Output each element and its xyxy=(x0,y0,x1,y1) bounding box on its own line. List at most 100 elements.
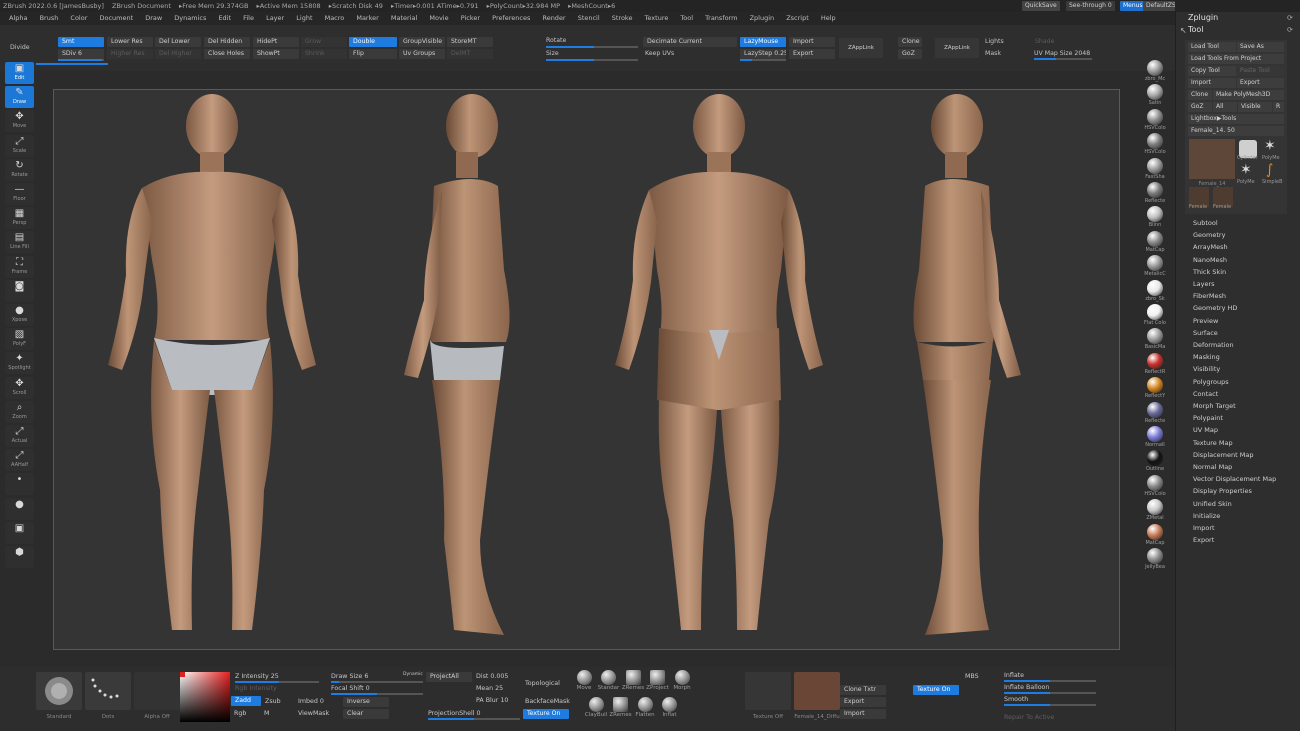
menu-stencil[interactable]: Stencil xyxy=(578,14,600,22)
tool-section-item[interactable]: Normal Map xyxy=(1193,462,1232,473)
panel-import-button[interactable]: Import xyxy=(1188,78,1236,88)
zadd-toggle[interactable]: Zadd xyxy=(231,696,261,706)
brush-quick-button[interactable]: Morph xyxy=(670,670,694,696)
z-intensity-track[interactable] xyxy=(235,681,319,683)
size-slider[interactable] xyxy=(546,59,638,61)
visible-button[interactable]: Visible xyxy=(1238,102,1272,112)
menu-preferences[interactable]: Preferences xyxy=(492,14,530,22)
tool-scale-button[interactable]: ⤢ Scale xyxy=(5,134,34,157)
material-swatch[interactable]: Satin xyxy=(1142,84,1168,108)
draw-size-track[interactable] xyxy=(331,681,423,683)
tool-section-item[interactable]: Subtool xyxy=(1193,218,1218,229)
canvas-viewport[interactable] xyxy=(53,89,1120,650)
see-through-slider[interactable]: See-through 0 xyxy=(1066,1,1115,11)
menu-light[interactable]: Light xyxy=(296,14,312,22)
menus-button[interactable]: Menus xyxy=(1120,1,1146,11)
material-swatch[interactable]: zbro_Mc xyxy=(1142,60,1168,84)
tool-section-item[interactable]: Polygroups xyxy=(1193,377,1229,388)
inflate-balloon-slider[interactable]: Inflate Balloon xyxy=(1004,683,1049,692)
flip-button[interactable]: Flip xyxy=(349,49,397,59)
menu-texture[interactable]: Texture xyxy=(645,14,669,22)
zapplink-button[interactable]: ZAppLink xyxy=(839,38,883,58)
dist-slider[interactable]: Dist 0.005 xyxy=(476,672,508,681)
higher-res-button[interactable]: Higher Res xyxy=(107,49,153,59)
tool-move-button[interactable]: ✥ Move xyxy=(5,110,34,133)
divide-button[interactable]: Divide xyxy=(10,43,30,53)
z-intensity-slider[interactable]: Z Intensity 25 xyxy=(235,672,279,681)
panel-export-button[interactable]: Export xyxy=(1237,78,1284,88)
menu-zscript[interactable]: Zscript xyxy=(786,14,809,22)
texture-export-button[interactable]: Export xyxy=(840,697,886,707)
material-swatch[interactable]: MatCap xyxy=(1142,230,1168,255)
mean-slider[interactable]: Mean 25 xyxy=(476,684,503,693)
lightbox-tools-button[interactable]: Lightbox▶Tools xyxy=(1188,114,1284,124)
tool-rotate-button[interactable]: ↻ Rotate xyxy=(5,158,34,181)
brush-standard-thumbnail[interactable]: Standard xyxy=(36,672,82,720)
material-swatch[interactable]: Outline xyxy=(1142,450,1168,474)
tool-section-item[interactable]: Export xyxy=(1193,535,1214,546)
lazystep-slider-track[interactable] xyxy=(740,59,786,61)
menu-color[interactable]: Color xyxy=(70,14,87,22)
menu-zplugin[interactable]: Zplugin xyxy=(750,14,775,22)
tool-spotlight-button[interactable]: ✦ Spotlight xyxy=(5,352,34,375)
material-swatch[interactable]: zbro_Sk xyxy=(1142,279,1168,304)
backfacemask-toggle[interactable]: BackfaceMask xyxy=(525,697,570,706)
keep-uvs-toggle[interactable]: Keep UVs xyxy=(645,49,674,59)
tool-section-item[interactable]: Deformation xyxy=(1193,340,1234,351)
tool-section-item[interactable]: Texture Map xyxy=(1193,438,1233,449)
tool-section-item[interactable]: Import xyxy=(1193,523,1215,534)
dock-tool-icon[interactable]: ⟳ xyxy=(1287,26,1293,34)
menu-file[interactable]: File xyxy=(243,14,254,22)
tool-section-item[interactable]: Morph Target xyxy=(1193,401,1236,412)
brush-quick-button[interactable]: ZProject xyxy=(646,670,670,696)
tool-section-item[interactable]: Thick Skin xyxy=(1193,267,1226,278)
lower-res-button[interactable]: Lower Res xyxy=(107,37,153,47)
zapplink-document-button[interactable]: ZAppLink xyxy=(935,38,979,58)
star-icon[interactable]: ✶ xyxy=(1264,138,1276,154)
inflate-balloon-track[interactable] xyxy=(1004,692,1096,694)
menu-help[interactable]: Help xyxy=(821,14,836,22)
repair-to-active-button[interactable]: Repair To Active xyxy=(1004,713,1054,722)
material-swatch[interactable]: HSVColo xyxy=(1142,474,1168,499)
export-button[interactable]: Export xyxy=(789,49,835,59)
sdiv-slider-track[interactable] xyxy=(58,59,104,61)
texture-on-toggle-2[interactable]: Texture On xyxy=(913,685,959,695)
material-swatch[interactable]: HSVColo xyxy=(1142,133,1168,157)
lazymouse-toggle[interactable]: LazyMouse xyxy=(740,37,786,47)
panel-clone-button[interactable]: Clone xyxy=(1188,90,1212,100)
groupvisible-button[interactable]: GroupVisible xyxy=(399,37,445,47)
texture-off-thumbnail[interactable]: Texture Off xyxy=(745,672,791,720)
load-tools-from-project-button[interactable]: Load Tools From Project xyxy=(1188,54,1284,64)
menu-tool[interactable]: Tool xyxy=(680,14,693,22)
shrink-button[interactable]: Shrink xyxy=(301,49,347,59)
default-zscript-button[interactable]: DefaultZScript xyxy=(1143,1,1175,11)
imbed-slider[interactable]: Imbed 0 xyxy=(298,697,324,706)
inverse-button[interactable]: Inverse xyxy=(343,697,389,707)
clone-button[interactable]: Clone xyxy=(898,37,922,47)
material-swatch[interactable]: BasicMa xyxy=(1142,328,1168,352)
del-higher-button[interactable]: Del Higher xyxy=(155,49,201,59)
save-as-button[interactable]: Save As xyxy=(1237,42,1284,52)
focal-shift-track[interactable] xyxy=(331,693,423,695)
menu-render[interactable]: Render xyxy=(542,14,565,22)
tool-section-item[interactable]: Display Properties xyxy=(1193,486,1252,497)
inflate-track[interactable] xyxy=(1004,680,1096,682)
delmt-button[interactable]: DelMT xyxy=(447,49,493,59)
smooth-slider[interactable]: Smooth xyxy=(1004,695,1028,704)
brush-quick-button[interactable]: ZRemes xyxy=(609,697,633,723)
projection-shell-slider[interactable]: ProjectionShell 0 xyxy=(428,709,481,718)
material-swatch[interactable]: Reflecte xyxy=(1142,401,1168,426)
smt-toggle[interactable]: Smt xyxy=(58,37,104,47)
del-lower-button[interactable]: Del Lower xyxy=(155,37,201,47)
tool-section-item[interactable]: FiberMesh xyxy=(1193,291,1226,302)
tool-section-item[interactable]: Masking xyxy=(1193,352,1220,363)
tool-section-item[interactable]: Displacement Map xyxy=(1193,450,1253,461)
tool-frame-button[interactable]: ⛶ Frame xyxy=(5,255,34,278)
hidept-button[interactable]: HidePt xyxy=(253,37,299,47)
tool-camera-button[interactable]: ◙ xyxy=(5,279,34,302)
stroke-dots-thumbnail[interactable]: Dots xyxy=(85,672,131,720)
female-tool-thumbnail[interactable]: Female_14 xyxy=(1189,139,1235,187)
rgb-toggle[interactable]: Rgb xyxy=(234,709,246,718)
tool-persp-button[interactable]: ▦ Persp xyxy=(5,207,34,230)
tool-zoom-button[interactable]: ⌕ Zoom xyxy=(5,400,34,423)
